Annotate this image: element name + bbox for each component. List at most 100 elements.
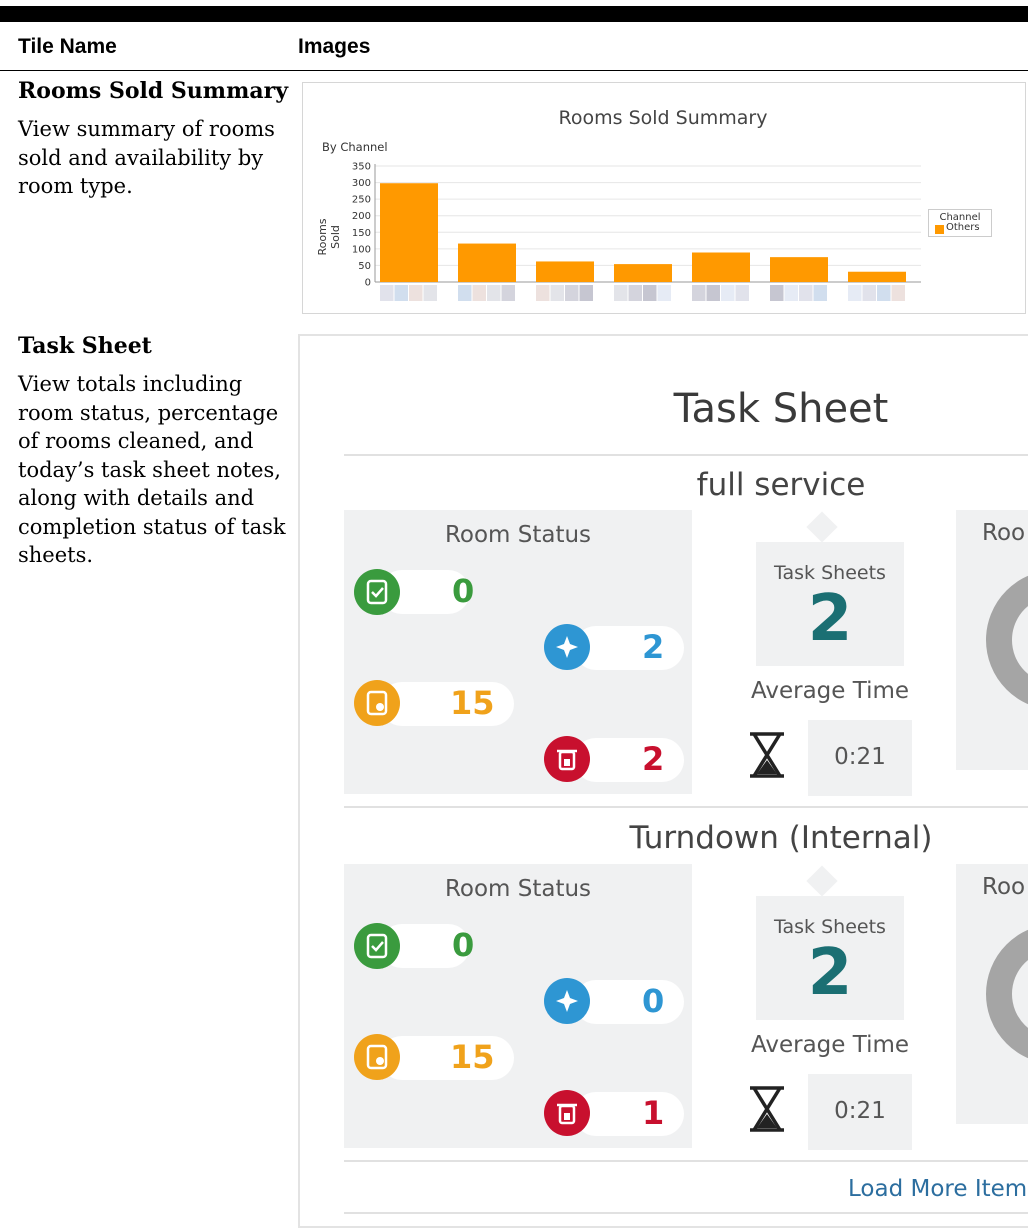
count-pill [574,738,684,782]
x-tick-label [472,285,486,301]
room-summary-label: Roo [982,874,1026,900]
x-tick-label [394,285,408,301]
sparkle-icon [544,624,590,670]
clean-count: 0 [452,572,475,610]
room-summary-panel: Roo [956,510,1028,770]
task-sheet-title: Task Sheet [673,386,889,432]
x-tick-label [487,285,501,301]
divider [344,1160,1028,1162]
chart-bar [380,183,438,282]
section-pointer [806,511,838,543]
row-tile-description: View totals including room status, perce… [18,372,286,567]
load-more-link[interactable]: Load More Item [848,1176,1027,1202]
x-tick-label [501,285,515,301]
chart-legend: Channel Others [928,209,992,237]
room-status-panel: Room Status 0 0 15 1 [344,864,692,1148]
trash-icon [544,1090,590,1136]
row-tile-description: View summary of rooms sold and availabil… [18,117,275,198]
average-time-box: 0:21 [808,720,912,796]
chart-bar [770,257,828,282]
average-time-box: 0:21 [808,1074,912,1150]
x-tick-label [536,285,550,301]
chart-bar [848,271,906,282]
task-sheets-label: Task Sheets [774,916,886,938]
header-divider [0,70,1028,71]
section-title: Turndown (Internal) [629,820,933,856]
x-tick-label [877,285,891,301]
rooms-sold-chart: Rooms Sold Summary By Channel Rooms Sold… [302,82,1026,314]
x-tick-label [643,285,657,301]
section-title: full service [696,467,866,503]
x-tick-label [579,285,593,301]
y-tick-label: 300 [352,178,371,189]
chart-plot: 350 300 250 200 150 100 50 0 [352,162,921,301]
divider [344,806,1028,808]
y-tick-label: 100 [352,244,371,255]
x-tick-label [721,285,735,301]
legend-swatch [935,225,944,234]
x-tick-label [848,285,862,301]
room-status-panel: Room Status 0 2 15 2 [344,510,692,794]
x-tick-label [706,285,720,301]
out-of-order-count: 1 [642,1094,665,1132]
x-tick-label [813,285,827,301]
y-tick-label: 250 [352,195,371,206]
y-tick-label: 0 [365,278,371,289]
column-header-tile-name: Tile Name [18,35,117,58]
inspected-count: 2 [642,628,665,666]
task-sheets-box: Task Sheets 2 [756,542,904,666]
chart-bar [614,264,672,282]
room-status-label: Room Status [444,522,592,548]
trash-icon [544,736,590,782]
x-tick-label [458,285,472,301]
divider [344,454,1028,456]
x-tick-label [735,285,749,301]
chart-bar [692,252,750,282]
row-tile-name: Rooms Sold Summary [18,78,288,104]
room-status-label: Room Status [444,876,592,902]
dirty-count: 15 [450,1038,495,1076]
donut-ring [986,924,1028,1064]
task-sheets-count: 2 [807,936,853,1010]
x-tick-label [770,285,784,301]
divider [344,1212,1028,1214]
task-sheets-box: Task Sheets 2 [756,896,904,1020]
x-tick-label [423,285,437,301]
x-tick-label [692,285,706,301]
legend-series-name: Others [946,222,980,233]
clean-count: 0 [452,926,475,964]
sparkle-icon [544,978,590,1024]
x-tick-label [862,285,876,301]
out-of-order-count: 2 [642,740,665,778]
room-summary-label: Roo [982,520,1026,546]
x-tick-label [784,285,798,301]
x-tick-label [628,285,642,301]
y-tick-label: 50 [358,261,371,272]
donut-ring [986,570,1028,710]
inspected-count: 0 [642,982,665,1020]
x-tick-label [409,285,423,301]
x-tick-label [380,285,394,301]
x-tick-label [799,285,813,301]
section-pointer [806,865,838,897]
top-rule [0,6,1028,22]
y-tick-label: 150 [352,228,371,239]
row-tile-name: Task Sheet [18,333,152,359]
x-tick-label [565,285,579,301]
y-tick-label: 200 [352,211,371,222]
average-time-value: 0:21 [834,744,886,770]
x-tick-label [614,285,628,301]
hourglass-icon [744,730,790,778]
clipboard-check-icon [354,569,400,615]
clipboard-check-icon [354,923,400,969]
task-sheets-count: 2 [807,582,853,656]
x-tick-label [891,285,905,301]
x-tick-label [550,285,564,301]
count-pill [574,1092,684,1136]
x-tick-label [657,285,671,301]
dirty-count: 15 [450,684,495,722]
task-sheet-tile: Task Sheet full service Room Status 0 2 … [298,334,1028,1228]
clipboard-dirty-icon [354,680,400,726]
average-time-value: 0:21 [834,1098,886,1124]
chart-bar [536,261,594,282]
